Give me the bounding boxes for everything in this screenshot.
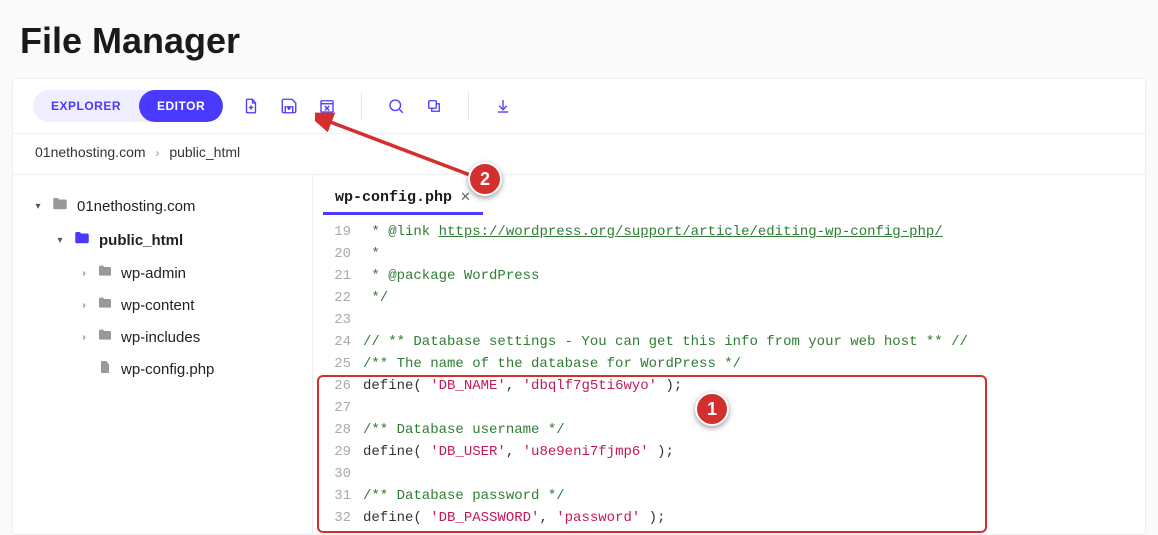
toolbar-separator <box>468 92 469 120</box>
close-file-icon[interactable] <box>317 96 337 116</box>
save-icon[interactable] <box>279 96 299 116</box>
page-title: File Manager <box>0 0 1158 78</box>
file-tab[interactable]: wp-config.php ✕ <box>323 183 483 215</box>
chevron-right-icon: › <box>79 300 89 311</box>
explorer-tab[interactable]: EXPLORER <box>33 90 139 122</box>
toolbar: EXPLORER EDITOR <box>13 79 1145 133</box>
search-icon[interactable] <box>386 96 406 116</box>
folder-icon <box>97 295 113 315</box>
tree-item-label: wp-content <box>121 297 194 314</box>
content-area: ▾ 01nethosting.com ▾ public_html › wp-ad… <box>13 174 1145 534</box>
folder-icon <box>51 195 69 217</box>
chevron-right-icon: › <box>79 268 89 279</box>
code-lines[interactable]: * @link https://wordpress.org/support/ar… <box>363 221 1145 534</box>
tree-folder-public-html[interactable]: ▾ public_html <box>23 223 302 257</box>
chevron-down-icon: ▾ <box>55 235 65 246</box>
folder-icon <box>97 263 113 283</box>
chevron-right-icon: › <box>149 146 165 160</box>
tree-item[interactable]: › wp-content <box>23 289 302 321</box>
tree-root[interactable]: ▾ 01nethosting.com <box>23 189 302 223</box>
tree-item-label: wp-admin <box>121 265 186 282</box>
editor-area: wp-config.php ✕ 192021222324252627282930… <box>313 175 1145 534</box>
download-icon[interactable] <box>493 96 513 116</box>
toolbar-separator <box>361 92 362 120</box>
editor-tabs: wp-config.php ✕ <box>313 175 1145 215</box>
tree-item-label: wp-includes <box>121 329 200 346</box>
tree-item[interactable]: › wp-admin <box>23 257 302 289</box>
close-icon[interactable]: ✕ <box>460 190 471 205</box>
tree-root-label: 01nethosting.com <box>77 198 195 215</box>
file-manager-panel: EXPLORER EDITOR 01nethosting.com › publi… <box>12 78 1146 535</box>
tree-file-wp-config[interactable]: wp-config.php <box>23 353 302 385</box>
editor-tab[interactable]: EDITOR <box>139 90 223 122</box>
file-tab-label: wp-config.php <box>335 189 452 206</box>
mode-toggle: EXPLORER EDITOR <box>33 90 223 122</box>
line-gutter: 1920212223242526272829303132 <box>313 221 363 534</box>
new-file-icon[interactable] <box>241 96 261 116</box>
replace-icon[interactable] <box>424 96 444 116</box>
code-editor[interactable]: 1920212223242526272829303132 * @link htt… <box>313 215 1145 534</box>
tree-folder-label: public_html <box>99 232 183 249</box>
chevron-right-icon: › <box>79 332 89 343</box>
tree-item[interactable]: › wp-includes <box>23 321 302 353</box>
file-icon <box>97 359 113 379</box>
tree-file-label: wp-config.php <box>121 361 214 378</box>
breadcrumb-path[interactable]: public_html <box>169 144 240 160</box>
folder-icon <box>97 327 113 347</box>
chevron-down-icon: ▾ <box>33 201 43 212</box>
breadcrumb-root[interactable]: 01nethosting.com <box>35 144 146 160</box>
breadcrumb: 01nethosting.com › public_html <box>13 133 1145 174</box>
folder-open-icon <box>73 229 91 251</box>
file-tree: ▾ 01nethosting.com ▾ public_html › wp-ad… <box>13 175 313 534</box>
